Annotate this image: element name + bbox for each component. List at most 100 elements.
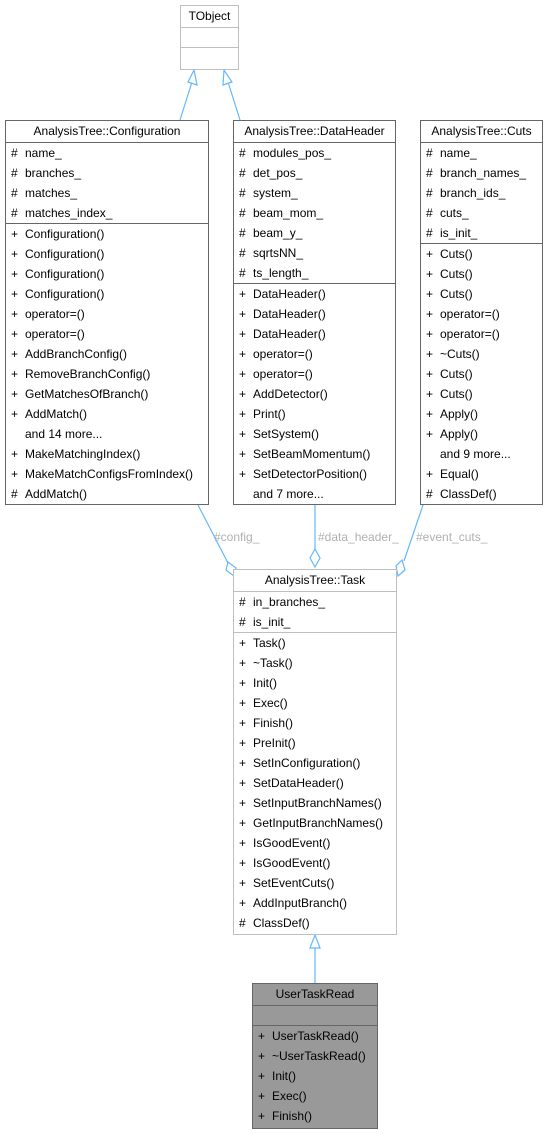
methods-section: + DataHeader() + DataHeader() + DataHeader() +… xyxy=(234,283,395,504)
class-configuration[interactable]: AnalysisTree::Configuration # name_ # branch… xyxy=(5,120,209,505)
visibility-marker: + xyxy=(426,347,434,361)
method-name: AddBranchConfig() xyxy=(25,347,128,361)
visibility-marker: # xyxy=(239,186,246,200)
visibility-marker: + xyxy=(11,307,19,321)
class-cuts[interactable]: AnalysisTree::Cuts # name_ # branch_names_ # b… xyxy=(420,120,543,505)
attribute-name: branches_ xyxy=(25,166,82,180)
method-row: + ~Task() xyxy=(234,653,396,673)
method-name: SetEventCuts() xyxy=(253,876,335,890)
attribute-row: # name_ xyxy=(421,143,542,163)
method-name: operator=() xyxy=(253,367,313,381)
class-dataheader[interactable]: AnalysisTree::DataHeader# modules_pos_# de… xyxy=(233,120,396,505)
method-name: Configuration() xyxy=(25,287,105,301)
visibility-marker: # xyxy=(11,487,18,501)
methods-section: + Configuration() + Configuration() + Configu… xyxy=(6,223,208,504)
attribute-row: # matches_index_ xyxy=(6,203,208,223)
attribute-row: # name_ xyxy=(6,143,208,163)
class-usertaskread[interactable]: UserTaskRead + UserTaskRead() + ~UserTaskRea… xyxy=(252,983,378,1129)
visibility-marker: + xyxy=(426,307,434,321)
method-name: IsGoodEvent() xyxy=(253,856,331,870)
visibility-marker: + xyxy=(239,816,247,830)
method-name: operator=() xyxy=(440,307,500,321)
method-name: PreInit() xyxy=(253,736,296,750)
method-name: RemoveBranchConfig() xyxy=(25,367,151,381)
class-title: AnalysisTree::Task xyxy=(264,573,366,587)
visibility-marker: # xyxy=(239,916,246,930)
method-row: + operator=() xyxy=(234,364,395,384)
visibility-marker: + xyxy=(239,716,247,730)
method-row: + AddDetector() xyxy=(234,384,395,404)
visibility-marker: + xyxy=(11,447,19,461)
visibility-marker: + xyxy=(239,836,247,850)
inherit-edge-configuration xyxy=(179,81,193,121)
visibility-marker: + xyxy=(239,636,247,650)
method-row: + AddInputBranch() xyxy=(234,893,396,913)
visibility-marker: # xyxy=(239,595,246,609)
method-name: Print() xyxy=(253,407,286,421)
attribute-name: modules_pos_ xyxy=(253,146,332,160)
method-row: + ~UserTaskRead() xyxy=(253,1046,377,1066)
visibility-marker: # xyxy=(426,186,433,200)
method-row: + RemoveBranchConfig() xyxy=(6,364,208,384)
class-task[interactable]: AnalysisTree::Task # in_branches_ # is_init_… xyxy=(233,569,397,935)
attribute-row: # system_ xyxy=(234,183,395,203)
visibility-marker: + xyxy=(239,876,247,890)
method-name: MakeMatchConfigsFromIndex() xyxy=(25,467,194,481)
method-row: + Cuts() xyxy=(421,264,542,284)
method-row: + DataHeader() xyxy=(234,324,395,344)
visibility-marker: + xyxy=(426,267,434,281)
method-row: + Init() xyxy=(234,673,396,693)
method-row: # ClassDef() xyxy=(421,484,542,504)
inherit-arrow-usertaskread xyxy=(309,933,321,949)
method-name: SetInputBranchNames() xyxy=(253,796,382,810)
class-title: UserTaskRead xyxy=(275,987,355,1001)
edge-label-event-cuts: #event_cuts_ xyxy=(416,530,488,544)
method-name: AddDetector() xyxy=(253,387,328,401)
attribute-row: # beam_mom_ xyxy=(234,203,395,223)
method-row: + Finish() xyxy=(253,1106,377,1126)
method-row: + GetInputBranchNames() xyxy=(234,813,396,833)
visibility-marker: + xyxy=(11,327,19,341)
attribute-name: is_init_ xyxy=(253,615,291,629)
method-row: + MakeMatchConfigsFromIndex() xyxy=(6,464,208,484)
method-row: + Finish() xyxy=(234,713,396,733)
class-tobject[interactable]: TObject xyxy=(180,5,239,70)
method-row: + IsGoodEvent() xyxy=(234,853,396,873)
method-name: Apply() xyxy=(440,407,479,421)
method-row: + AddMatch() xyxy=(6,404,208,424)
method-row: + SetEventCuts() xyxy=(234,873,396,893)
visibility-marker: # xyxy=(11,146,18,160)
method-name: SetDataHeader() xyxy=(253,776,344,790)
attribute-name: matches_index_ xyxy=(25,206,113,220)
method-name: AddInputBranch() xyxy=(253,896,348,910)
method-name: Configuration() xyxy=(25,267,105,281)
visibility-marker: # xyxy=(426,146,433,160)
visibility-marker: # xyxy=(239,166,246,180)
attribute-row: # branch_ids_ xyxy=(421,183,542,203)
method-name: SetDetectorPosition() xyxy=(253,467,368,481)
attribute-name: beam_y_ xyxy=(253,226,303,240)
method-name: SetSystem() xyxy=(253,427,320,441)
class-title: AnalysisTree::DataHeader xyxy=(244,124,385,138)
method-name: UserTaskRead() xyxy=(272,1029,359,1043)
method-name: Cuts() xyxy=(440,287,473,301)
attribute-name: system_ xyxy=(253,186,298,200)
visibility-marker: + xyxy=(239,656,247,670)
method-row: + SetInConfiguration() xyxy=(234,753,396,773)
attributes-section: # modules_pos_ # det_pos_ # system_ # beam_mom_… xyxy=(234,142,395,283)
method-row: # ClassDef() xyxy=(234,913,396,933)
attribute-row: # det_pos_ xyxy=(234,163,395,183)
attribute-row: # is_init_ xyxy=(421,223,542,243)
method-row: + ~Cuts() xyxy=(421,344,542,364)
method-row: + Apply() xyxy=(421,424,542,444)
method-row: + DataHeader() xyxy=(234,284,395,304)
visibility-marker: + xyxy=(258,1049,266,1063)
method-name: Cuts() xyxy=(440,267,473,281)
method-name: GetMatchesOfBranch() xyxy=(25,387,149,401)
visibility-marker: + xyxy=(258,1089,266,1103)
visibility-marker: + xyxy=(239,856,247,870)
method-name: Configuration() xyxy=(25,227,105,241)
method-row: + MakeMatchingIndex() xyxy=(6,444,208,464)
method-row: + operator=() xyxy=(6,304,208,324)
visibility-marker: + xyxy=(11,367,19,381)
